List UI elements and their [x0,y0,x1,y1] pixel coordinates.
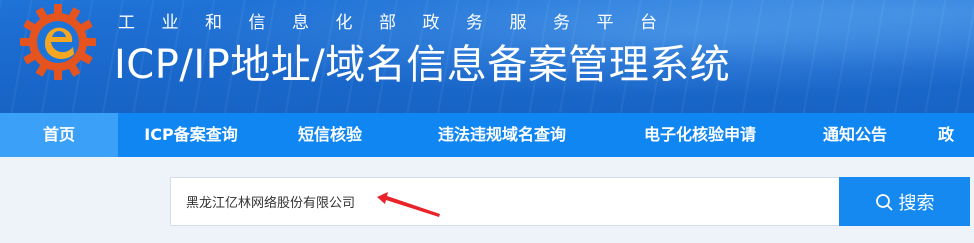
miit-logo-icon[interactable] [18,2,98,82]
search-icon [875,193,892,210]
site-header: 工业和信息化部政务服务平台 ICP/IP地址/域名信息备案管理系统 [0,0,974,113]
nav-item-illegal-domain-query[interactable]: 违法违规域名查询 [396,113,608,157]
nav-item-sms-verify[interactable]: 短信核验 [264,113,396,157]
search-button-label: 搜索 [898,192,935,214]
header-subtitle: 工业和信息化部政务服务平台 [118,13,684,33]
red-arrow-icon [377,192,440,217]
nav-item-icp-query[interactable]: ICP备案查询 [118,113,264,157]
page-title: ICP/IP地址/域名信息备案管理系统 [114,42,731,88]
search-input[interactable] [170,177,854,226]
search-button[interactable]: 搜索 [839,177,970,226]
nav-item-policy[interactable]: 政 [918,113,974,157]
main-nav: 首页 ICP备案查询 短信核验 违法违规域名查询 电子化核验申请 通知公告 政 [0,113,974,157]
nav-item-home[interactable]: 首页 [0,113,118,157]
nav-item-notices[interactable]: 通知公告 [792,113,918,157]
search-bar: 搜索 [170,177,970,226]
nav-item-e-verify-apply[interactable]: 电子化核验申请 [608,113,792,157]
